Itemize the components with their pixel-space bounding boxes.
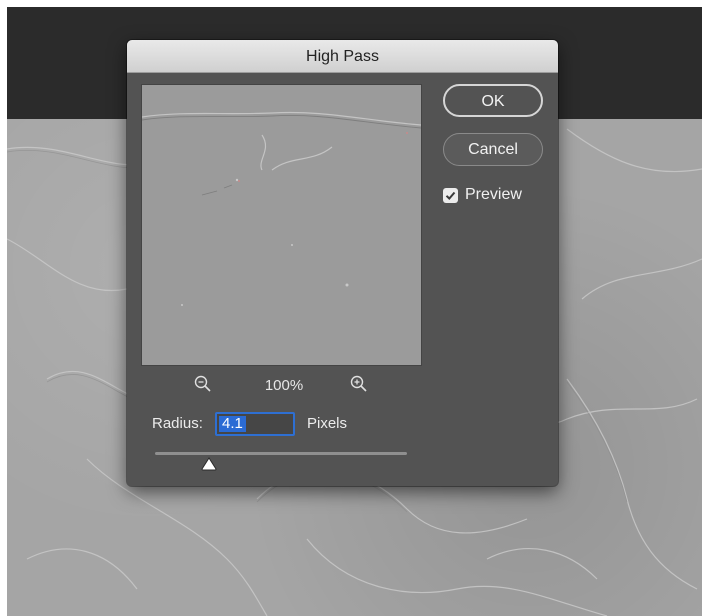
- radius-slider-track[interactable]: [155, 452, 407, 455]
- zoom-in-icon[interactable]: [350, 375, 368, 398]
- preview-texture: [142, 85, 421, 365]
- high-pass-dialog: High Pass OK Cancel Preview 100% Radius:…: [127, 40, 558, 486]
- filter-preview-pane[interactable]: [141, 84, 422, 366]
- radius-input[interactable]: 4.1: [215, 412, 295, 436]
- radius-row: Radius: 4.1 Pixels: [152, 412, 452, 437]
- checkmark-icon[interactable]: [443, 187, 458, 203]
- dialog-title[interactable]: High Pass: [127, 40, 558, 73]
- cancel-button[interactable]: Cancel: [443, 133, 543, 166]
- triangle-thumb-icon[interactable]: [201, 457, 217, 476]
- zoom-level: 100%: [264, 377, 304, 394]
- ok-button[interactable]: OK: [443, 84, 543, 117]
- zoom-out-icon[interactable]: [194, 375, 212, 398]
- zoom-controls: 100%: [141, 370, 420, 400]
- radius-unit-label: Pixels: [307, 415, 348, 432]
- radius-value: 4.1: [219, 416, 246, 432]
- preview-checkbox[interactable]: Preview: [443, 186, 522, 204]
- preview-label: Preview: [465, 186, 522, 203]
- radius-label: Radius:: [152, 415, 203, 432]
